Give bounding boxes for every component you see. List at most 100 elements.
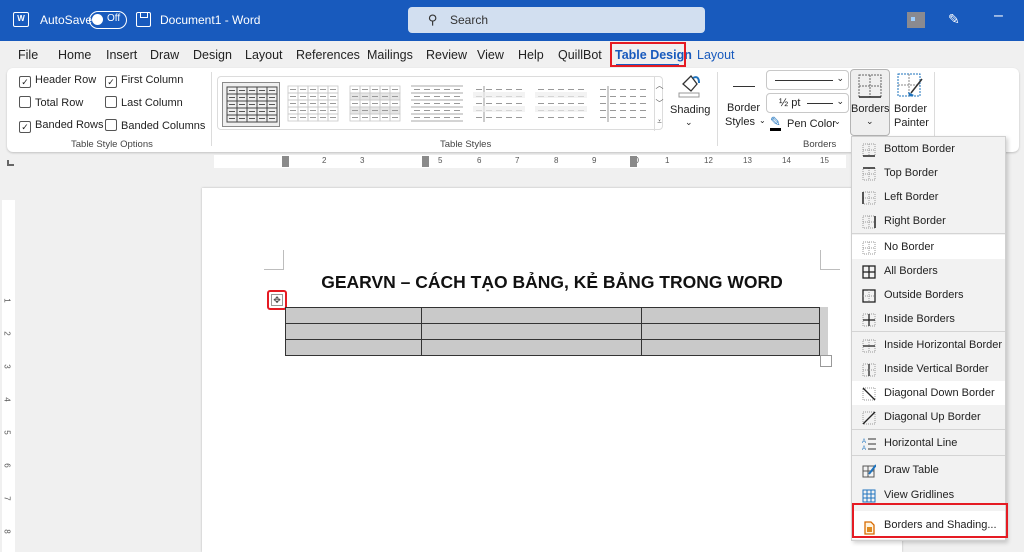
tab-references[interactable]: References <box>296 48 360 62</box>
tab-layout[interactable]: Layout <box>245 48 283 62</box>
table-row <box>285 307 820 324</box>
shading-button[interactable]: Shading ⌄ <box>667 70 711 130</box>
document-page[interactable]: GEARVN – CÁCH TẠO BẢNG, KẺ BẢNG TRONG WO… <box>202 188 902 552</box>
table-cell[interactable] <box>641 339 820 356</box>
menu-item-inside-horizontal-border[interactable]: Inside Horizontal Border <box>852 333 1005 357</box>
pen-color-button[interactable]: ✎ Pen Color ⌄ <box>770 115 850 133</box>
border-style-line-icon <box>733 86 755 87</box>
table-style-thumbnail[interactable] <box>346 82 404 127</box>
ruler-marker[interactable] <box>630 156 637 167</box>
tab-mailings[interactable]: Mailings <box>367 48 413 62</box>
table-cell[interactable] <box>421 307 642 324</box>
table-style-thumbnail[interactable] <box>284 82 342 127</box>
gallery-scrollbar[interactable]: ︿ ﹀ ⩡ <box>654 77 664 131</box>
menu-item-diagonal-up-border[interactable]: Diagonal Up Border <box>852 405 1005 429</box>
menu-item-outside-borders[interactable]: Outside Borders <box>852 283 1005 307</box>
checkbox-label: Banded Columns <box>121 120 206 132</box>
tab-insert[interactable]: Insert <box>106 48 137 62</box>
table-resize-handle[interactable] <box>820 355 832 367</box>
menu-item-inside-vertical-border[interactable]: Inside Vertical Border <box>852 357 1005 381</box>
menu-item-diagonal-down-border[interactable]: Diagonal Down Border <box>852 381 1005 405</box>
checkbox-total-row[interactable]: Total Row <box>19 96 83 109</box>
menu-item-no-border[interactable]: No Border <box>852 235 1005 259</box>
menu-item-right-border[interactable]: Right Border <box>852 209 1005 233</box>
ruler-marker[interactable] <box>422 156 429 167</box>
checkbox-box <box>19 96 31 108</box>
all-borders-icon <box>862 264 876 279</box>
table-cell[interactable] <box>285 323 422 340</box>
checkbox-box <box>105 96 117 108</box>
borders-button[interactable]: Borders ⌄ <box>850 69 890 136</box>
gallery-scroll-up-icon[interactable]: ︿ <box>655 77 664 95</box>
table-style-thumbnail[interactable] <box>470 82 528 127</box>
menu-item-label: Inside Horizontal Border <box>884 339 1003 351</box>
save-icon[interactable] <box>136 12 151 27</box>
tab-home[interactable]: Home <box>58 48 91 62</box>
ruler-marker[interactable] <box>282 156 289 167</box>
tab-help[interactable]: Help <box>518 48 544 62</box>
menu-item-label: Right Border <box>884 215 946 227</box>
table-cell[interactable] <box>641 323 820 340</box>
menu-item-all-borders[interactable]: All Borders <box>852 259 1005 283</box>
checkbox-last-column[interactable]: Last Column <box>105 96 183 109</box>
gallery-more-icon[interactable]: ⩡ <box>655 113 664 131</box>
tab-quillbot[interactable]: QuillBot <box>558 48 602 62</box>
menu-item-top-border[interactable]: Top Border <box>852 161 1005 185</box>
table-style-thumbnail[interactable] <box>222 82 280 127</box>
table-cell[interactable] <box>285 307 422 324</box>
menu-item-label: Inside Vertical Border <box>884 363 989 375</box>
tab-file[interactable]: File <box>18 48 38 62</box>
tab-design[interactable]: Design <box>193 48 232 62</box>
table-style-thumbnail[interactable] <box>594 82 652 127</box>
table-cell[interactable] <box>421 339 642 356</box>
table-cell[interactable] <box>285 339 422 356</box>
top-border-icon <box>862 166 876 181</box>
border-styles-button[interactable]: Border Styles ⌄ <box>723 72 766 132</box>
pen-icon[interactable]: ✎ <box>948 11 960 28</box>
tab-draw[interactable]: Draw <box>150 48 179 62</box>
autosave-toggle[interactable]: Off <box>89 11 127 29</box>
checkbox-header-row[interactable]: ✓ Header Row <box>19 74 96 88</box>
table-style-thumbnail[interactable] <box>532 82 590 127</box>
checkbox-banded-columns[interactable]: Banded Columns <box>105 119 205 132</box>
view-gridlines-icon <box>862 488 876 503</box>
copilot-icon[interactable] <box>907 12 925 28</box>
ruler-number: 14 <box>782 156 791 165</box>
menu-item-draw-table[interactable]: Draw Table <box>852 458 1005 482</box>
borders-dropdown-menu: Bottom Border Top Border Left Border Right … <box>851 136 1006 541</box>
margin-corner-mark <box>264 250 284 270</box>
border-painter-button[interactable]: Border Painter <box>891 70 931 134</box>
ruler-number: 13 <box>743 156 752 165</box>
ruler-corner-tab[interactable] <box>7 160 14 166</box>
menu-item-horizontal-line[interactable]: A A Horizontal Line <box>852 431 1005 455</box>
document-heading[interactable]: GEARVN – CÁCH TẠO BẢNG, KẺ BẢNG TRONG WO… <box>202 272 902 293</box>
line-style-dropdown[interactable]: ⌄ <box>766 70 849 90</box>
menu-item-bottom-border[interactable]: Bottom Border <box>852 137 1005 161</box>
table-style-preview-icon <box>600 86 646 122</box>
minimize-icon[interactable]: – <box>994 7 1003 25</box>
horizontal-ruler[interactable]: 123567891011213141516 <box>210 155 867 168</box>
menu-separator <box>852 455 1005 456</box>
table-cell[interactable] <box>421 323 642 340</box>
gallery-scroll-down-icon[interactable]: ﹀ <box>655 95 664 113</box>
vertical-ruler[interactable]: 1 2 3 4 5 6 7 8 <box>2 200 15 552</box>
table-cell[interactable] <box>641 307 820 324</box>
table-style-preview-icon <box>287 85 339 122</box>
tab-review[interactable]: Review <box>426 48 467 62</box>
checkbox-label: Header Row <box>35 74 97 86</box>
line-weight-dropdown[interactable]: ½ pt ⌄ <box>766 93 849 113</box>
menu-item-left-border[interactable]: Left Border <box>852 185 1005 209</box>
menu-item-inside-borders[interactable]: Inside Borders <box>852 307 1005 331</box>
border-painter-label-1: Border <box>894 103 928 115</box>
autosave-state: Off <box>107 13 121 24</box>
ruler-number: 7 <box>2 496 12 501</box>
checkbox-first-column[interactable]: ✓ First Column <box>105 74 183 88</box>
table-row <box>285 323 820 340</box>
document-table[interactable] <box>285 307 820 356</box>
checkbox-banded-rows[interactable]: ✓ Banded Rows <box>19 119 104 133</box>
tab-table-layout[interactable]: Layout <box>697 48 735 62</box>
table-style-thumbnail[interactable] <box>408 82 466 127</box>
menu-separator <box>852 331 1005 332</box>
search-box[interactable]: ⚲ Search <box>408 7 705 33</box>
tab-view[interactable]: View <box>477 48 504 62</box>
